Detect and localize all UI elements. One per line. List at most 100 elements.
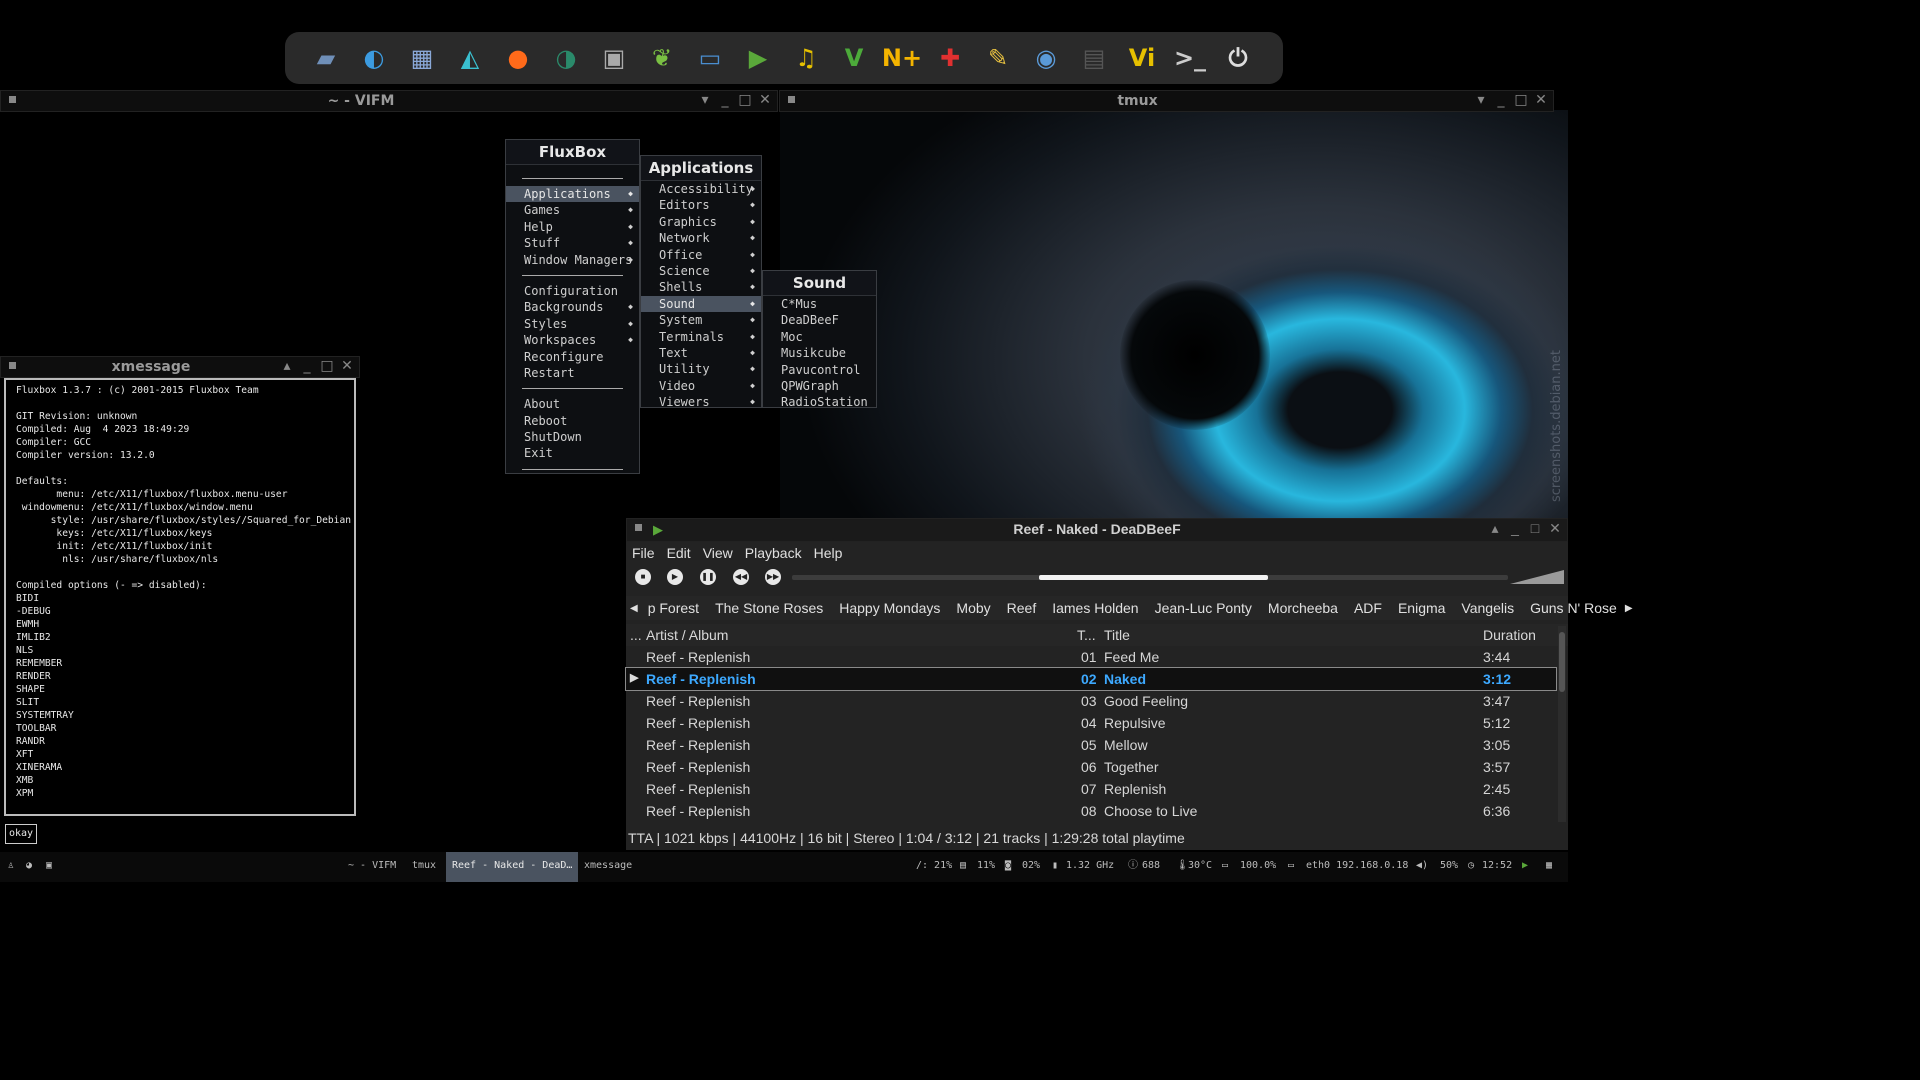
- menu-item-window-managers[interactable]: Window Managers ◆: [506, 252, 639, 268]
- shade-icon[interactable]: ▴: [1487, 520, 1503, 536]
- menu-item-sound[interactable]: Sound ◆: [641, 295, 761, 313]
- display-icon[interactable]: ▭: [687, 35, 733, 81]
- menu-item-exit[interactable]: Exit: [506, 445, 639, 461]
- table-row[interactable]: Reef - Replenish 04 Repulsive 5:12: [626, 712, 1556, 734]
- table-row[interactable]: Reef - Replenish 06 Together 3:57: [626, 756, 1556, 778]
- table-row[interactable]: Reef - Replenish 05 Mellow 3:05: [626, 734, 1556, 756]
- playlist-tab[interactable]: Jean-Luc Ponty: [1147, 600, 1260, 616]
- menu-item-editors[interactable]: Editors ◆: [641, 197, 761, 213]
- close-icon[interactable]: ✕: [1547, 520, 1563, 536]
- disc-burner-icon[interactable]: ◉: [1023, 35, 1069, 81]
- power-icon[interactable]: ⏻: [1215, 35, 1261, 81]
- close-icon[interactable]: ✕: [1533, 92, 1549, 108]
- scrollbar-thumb[interactable]: [1559, 632, 1565, 692]
- maximize-icon[interactable]: □: [1527, 520, 1543, 536]
- menu-item-utility[interactable]: Utility ◆: [641, 361, 761, 377]
- terminal-icon[interactable]: >_: [1167, 35, 1213, 81]
- vi-editor-icon[interactable]: Vi: [1119, 35, 1165, 81]
- col-track-header[interactable]: T...: [1077, 627, 1096, 643]
- tabs-scroll-left-icon[interactable]: ◀: [626, 603, 640, 614]
- menu-edit[interactable]: Edit: [667, 545, 691, 561]
- menu-playback[interactable]: Playback: [745, 545, 802, 561]
- menu-item-about[interactable]: About: [506, 396, 639, 412]
- minimize-icon[interactable]: _: [1507, 520, 1523, 536]
- playlist-tab[interactable]: Reef: [999, 600, 1045, 616]
- camera-icon[interactable]: ▣: [591, 35, 637, 81]
- xmessage-titlebar[interactable]: xmessage ▴ _ □ ✕: [0, 356, 360, 378]
- menu-item-stuff[interactable]: Stuff ◆: [506, 235, 639, 251]
- menu-item-applications[interactable]: Applications ◆: [506, 186, 639, 203]
- playlist-tab[interactable]: ADF: [1346, 600, 1390, 616]
- deadbeef-tray-icon[interactable]: ▶: [1522, 852, 1528, 882]
- menu-item-science[interactable]: Science ◆: [641, 263, 761, 279]
- maximize-icon[interactable]: □: [319, 358, 335, 374]
- stop-icon[interactable]: ■: [635, 569, 651, 585]
- menu-item-shells[interactable]: Shells ◆: [641, 279, 761, 295]
- col-duration-header[interactable]: Duration: [1483, 627, 1536, 643]
- playlist-tab[interactable]: Guns N' Rose: [1522, 600, 1625, 616]
- browser-launcher-icon[interactable]: ◕: [26, 852, 32, 882]
- wolf-icon[interactable]: ◭: [447, 35, 493, 81]
- menu-view[interactable]: View: [703, 545, 733, 561]
- menu-item-network[interactable]: Network ◆: [641, 230, 761, 246]
- menu-item-reconfigure[interactable]: Reconfigure: [506, 349, 639, 365]
- taskbar-task[interactable]: tmux: [412, 852, 436, 882]
- volume-level[interactable]: 50%: [1440, 852, 1458, 882]
- shade-icon[interactable]: ▾: [1473, 92, 1489, 108]
- table-row[interactable]: ▶ Reef - Replenish 02 Naked 3:12: [625, 667, 1557, 691]
- volume-slider[interactable]: [1510, 570, 1564, 584]
- menu-item-musikcube[interactable]: Musikcube: [763, 345, 876, 361]
- menu-item-video[interactable]: Video ◆: [641, 378, 761, 394]
- volume-icon[interactable]: ◀): [1416, 852, 1428, 882]
- menu-item-workspaces[interactable]: Workspaces ◆: [506, 332, 639, 348]
- menu-item-radiostation[interactable]: RadioStation: [763, 394, 876, 410]
- playlist-tab[interactable]: p Forest: [640, 600, 707, 616]
- file-manager-icon[interactable]: ▰: [303, 35, 349, 81]
- terminal-launcher-icon[interactable]: ▣: [46, 852, 52, 882]
- play-icon[interactable]: ▶: [667, 569, 683, 585]
- table-row[interactable]: Reef - Replenish 03 Good Feeling 3:47: [626, 690, 1556, 712]
- vifm-titlebar[interactable]: ~ - VIFM ▾ _ □ ✕: [0, 90, 778, 112]
- menu-item-text[interactable]: Text ◆: [641, 345, 761, 361]
- minimize-icon[interactable]: _: [299, 358, 315, 374]
- col-playing-header[interactable]: ...: [630, 627, 642, 643]
- shade-icon[interactable]: ▾: [697, 92, 713, 108]
- menu-file[interactable]: File: [632, 545, 655, 561]
- table-row[interactable]: Reef - Replenish 07 Replenish 2:45: [626, 778, 1556, 800]
- menu-item-styles[interactable]: Styles ◆: [506, 316, 639, 332]
- browser-swift-icon[interactable]: ◐: [351, 35, 397, 81]
- okay-button[interactable]: okay: [5, 824, 37, 844]
- col-title-header[interactable]: Title: [1104, 627, 1130, 643]
- maximize-icon[interactable]: □: [737, 92, 753, 108]
- playlist-tab[interactable]: Iames Holden: [1044, 600, 1146, 616]
- next-icon[interactable]: ▶▶: [765, 569, 781, 585]
- playlist-tab[interactable]: Vangelis: [1453, 600, 1522, 616]
- menu-item-games[interactable]: Games ◆: [506, 202, 639, 218]
- minimize-icon[interactable]: _: [1493, 92, 1509, 108]
- taskbar-task[interactable]: ~ - VIFM: [348, 852, 396, 882]
- col-artist-header[interactable]: Artist / Album: [646, 627, 728, 643]
- shade-icon[interactable]: ▴: [279, 358, 295, 374]
- firefox-icon[interactable]: ●: [495, 35, 541, 81]
- notepad-plus-icon[interactable]: N+: [879, 35, 925, 81]
- menu-item-cmus[interactable]: C*Mus: [763, 296, 876, 312]
- menu-item-qpwgraph[interactable]: QPWGraph: [763, 378, 876, 394]
- playlist-tab[interactable]: Moby: [948, 600, 998, 616]
- pause-icon[interactable]: ❚❚: [700, 569, 716, 585]
- window-list-icon[interactable]: ▦: [1546, 852, 1552, 882]
- image-viewer-icon[interactable]: ▦: [399, 35, 445, 81]
- menu-item-backgrounds[interactable]: Backgrounds ◆: [506, 299, 639, 315]
- tmux-titlebar[interactable]: tmux ▾ _ □ ✕: [779, 90, 1554, 112]
- taskbar-task[interactable]: Reef - Naked - DeaD…: [446, 852, 579, 882]
- playlist-scrollbar[interactable]: [1558, 626, 1566, 822]
- menu-item-restart[interactable]: Restart: [506, 365, 639, 381]
- previous-icon[interactable]: ◀◀: [733, 569, 749, 585]
- menu-item-deadbeef[interactable]: DeaDBeeF: [763, 312, 876, 328]
- playlist-tab[interactable]: Enigma: [1390, 600, 1453, 616]
- maximize-icon[interactable]: □: [1513, 92, 1529, 108]
- tabs-scroll-right-icon[interactable]: ▶: [1625, 603, 1633, 614]
- music-icon[interactable]: ♫: [783, 35, 829, 81]
- seek-bar[interactable]: [792, 575, 1508, 580]
- vim-green-icon[interactable]: V: [831, 35, 877, 81]
- broom-cleaner-icon[interactable]: ✎: [975, 35, 1021, 81]
